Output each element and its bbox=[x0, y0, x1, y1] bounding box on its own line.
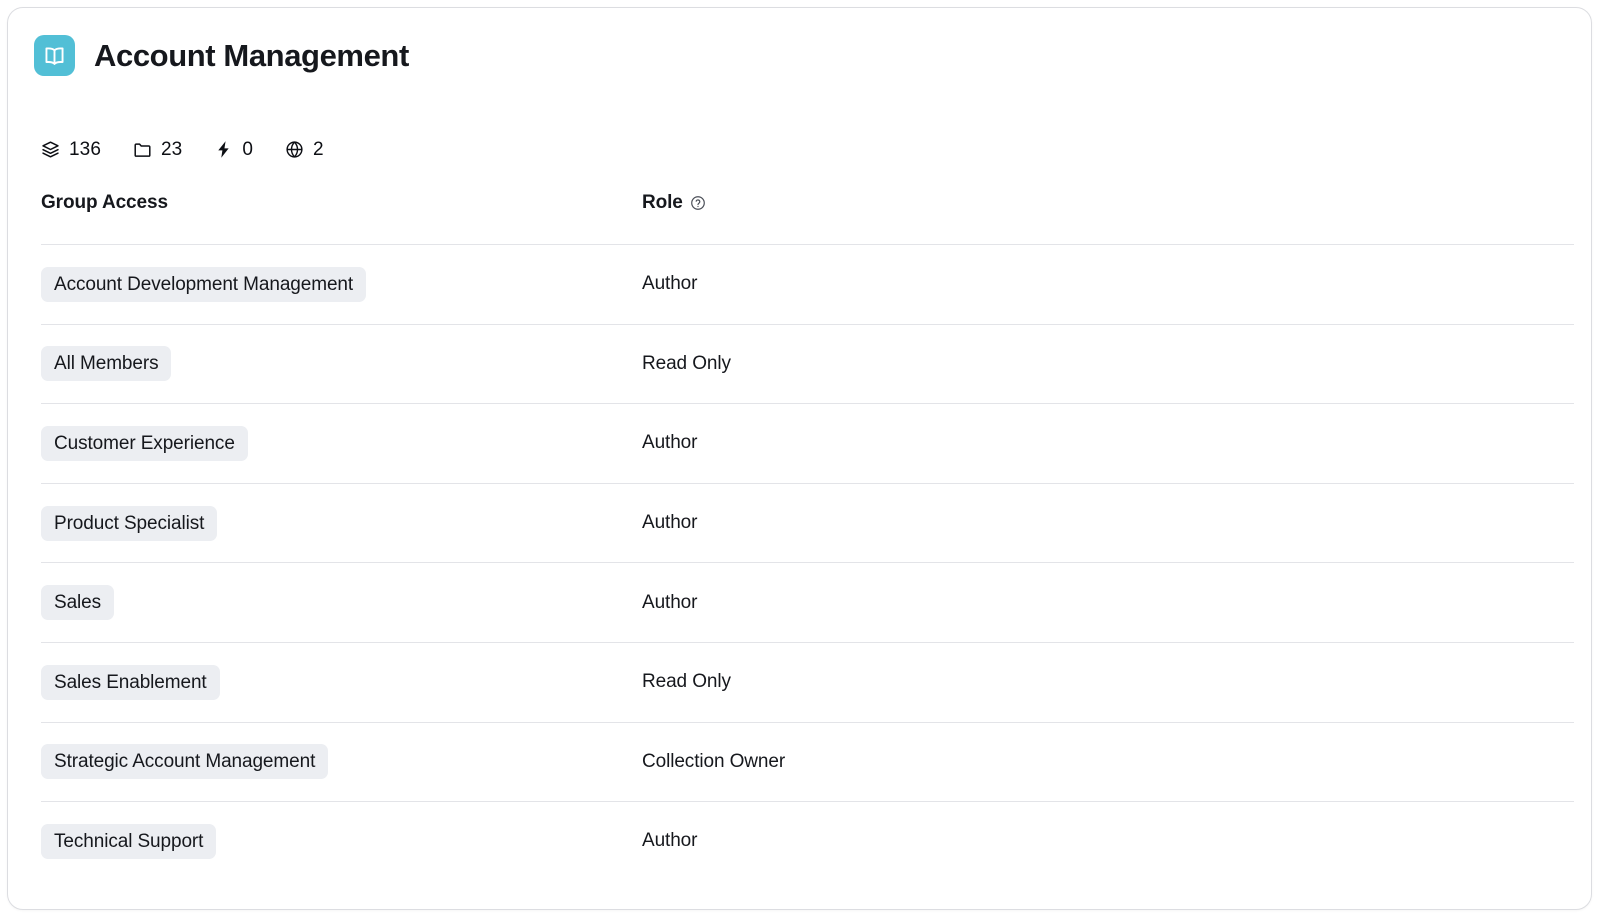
group-chip[interactable]: Sales bbox=[41, 585, 114, 620]
table-row: Technical Support Author bbox=[41, 801, 1574, 881]
cell-group-access: Product Specialist bbox=[41, 506, 642, 541]
cell-group-access: Sales Enablement bbox=[41, 665, 642, 700]
page-header: Account Management bbox=[34, 35, 409, 76]
cell-role: Author bbox=[642, 513, 1574, 533]
account-management-card: Account Management 136 bbox=[7, 7, 1592, 910]
table-row: Sales Author bbox=[41, 562, 1574, 642]
group-access-table: Group Access Role bbox=[41, 186, 1574, 881]
stat-public: 2 bbox=[285, 136, 324, 162]
stat-layers: 136 bbox=[41, 136, 101, 162]
group-chip[interactable]: All Members bbox=[41, 346, 171, 381]
table-row: Sales Enablement Read Only bbox=[41, 642, 1574, 722]
group-chip[interactable]: Strategic Account Management bbox=[41, 744, 328, 779]
cell-group-access: Customer Experience bbox=[41, 426, 642, 461]
lightning-bolt-icon bbox=[214, 140, 233, 159]
role-value[interactable]: Author bbox=[642, 432, 697, 453]
table-header-row: Group Access Role bbox=[41, 186, 1574, 244]
table-row: Customer Experience Author bbox=[41, 403, 1574, 483]
table-row: Product Specialist Author bbox=[41, 483, 1574, 563]
cell-group-access: All Members bbox=[41, 346, 642, 381]
group-chip[interactable]: Customer Experience bbox=[41, 426, 248, 461]
page-root: Account Management 136 bbox=[0, 0, 1600, 917]
column-header-group-access: Group Access bbox=[41, 193, 642, 212]
page-title: Account Management bbox=[94, 40, 409, 71]
role-value[interactable]: Author bbox=[642, 592, 697, 613]
stat-automations-value: 0 bbox=[242, 140, 253, 159]
stat-folders: 23 bbox=[133, 136, 182, 162]
role-value[interactable]: Read Only bbox=[642, 671, 731, 692]
role-value[interactable]: Author bbox=[642, 512, 697, 533]
layers-icon bbox=[41, 140, 60, 159]
cell-role: Author bbox=[642, 831, 1574, 851]
cell-group-access: Strategic Account Management bbox=[41, 744, 642, 779]
table-row: Strategic Account Management Collection O… bbox=[41, 722, 1574, 802]
cell-role: Author bbox=[642, 274, 1574, 294]
stats-row: 136 23 0 bbox=[41, 136, 324, 162]
role-value[interactable]: Author bbox=[642, 830, 697, 851]
stat-public-value: 2 bbox=[313, 140, 324, 159]
globe-icon bbox=[285, 140, 304, 159]
cell-role: Read Only bbox=[642, 354, 1574, 374]
cell-role: Read Only bbox=[642, 672, 1574, 692]
cell-group-access: Technical Support bbox=[41, 824, 642, 859]
role-value[interactable]: Author bbox=[642, 273, 697, 294]
cell-group-access: Sales bbox=[41, 585, 642, 620]
cell-role: Author bbox=[642, 433, 1574, 453]
cell-group-access: Account Development Management bbox=[41, 267, 642, 302]
stat-automations: 0 bbox=[214, 136, 253, 162]
role-value[interactable]: Read Only bbox=[642, 353, 731, 374]
group-chip[interactable]: Product Specialist bbox=[41, 506, 217, 541]
cell-role: Author bbox=[642, 593, 1574, 613]
role-value[interactable]: Collection Owner bbox=[642, 751, 785, 772]
column-header-role-label: Role bbox=[642, 193, 683, 212]
table-row: Account Development Management Author bbox=[41, 244, 1574, 324]
cell-role: Collection Owner bbox=[642, 752, 1574, 772]
question-circle-icon[interactable] bbox=[690, 195, 706, 211]
stat-folders-value: 23 bbox=[161, 140, 182, 159]
folder-icon bbox=[133, 140, 152, 159]
group-chip[interactable]: Account Development Management bbox=[41, 267, 366, 302]
group-chip[interactable]: Technical Support bbox=[41, 824, 216, 859]
column-header-role: Role bbox=[642, 193, 1574, 212]
group-chip[interactable]: Sales Enablement bbox=[41, 665, 220, 700]
stat-layers-value: 136 bbox=[69, 140, 101, 159]
book-icon bbox=[34, 35, 75, 76]
table-row: All Members Read Only bbox=[41, 324, 1574, 404]
table-body: Account Development Management Author All … bbox=[41, 244, 1574, 881]
